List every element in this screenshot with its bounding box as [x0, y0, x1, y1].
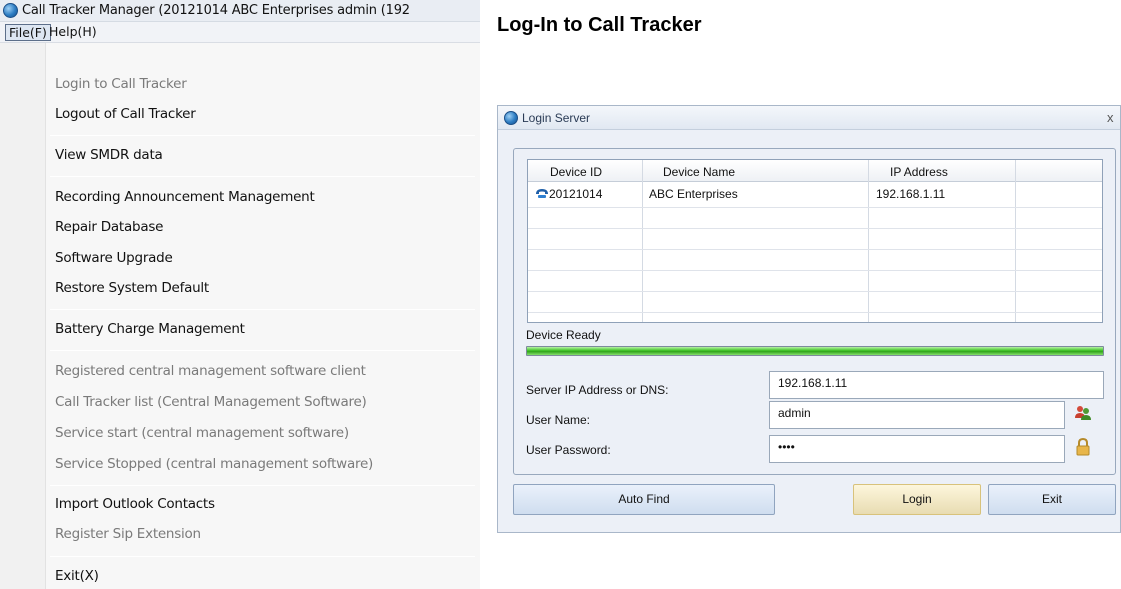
column-header-ip-address[interactable]: IP Address [890, 165, 948, 179]
dialog-titlebar: Login Server x [498, 106, 1120, 130]
password-input[interactable]: •••• [769, 435, 1065, 463]
menu-item-service-stopped: Service Stopped (central management soft… [55, 456, 374, 472]
users-icon[interactable] [1074, 404, 1092, 422]
menu-separator [50, 556, 475, 557]
server-address-input[interactable]: 192.168.1.11 [769, 371, 1104, 399]
menu-item-login: Login to Call Tracker [55, 76, 187, 92]
row-divider [528, 270, 1102, 271]
menu-item-software-upgrade[interactable]: Software Upgrade [55, 250, 173, 266]
login-panel: Device ID Device Name IP Address 2012101… [513, 148, 1116, 475]
cell-device-name: ABC Enterprises [649, 187, 738, 201]
cell-ip-address: 192.168.1.11 [876, 187, 946, 201]
close-icon[interactable]: x [1107, 110, 1114, 125]
cell-device-id: 20121014 [549, 187, 603, 201]
app-title: Call Tracker Manager (20121014 ABC Enter… [22, 3, 410, 18]
menubar: File(F) Help(H) [0, 22, 480, 43]
exit-button[interactable]: Exit [988, 484, 1116, 515]
auto-find-button[interactable]: Auto Find [513, 484, 775, 515]
login-button[interactable]: Login [853, 484, 981, 515]
lock-icon [1076, 438, 1090, 456]
menu-separator [50, 176, 475, 177]
column-header-device-id[interactable]: Device ID [550, 165, 602, 179]
menu-help[interactable]: Help(H) [46, 24, 100, 41]
column-header-device-name[interactable]: Device Name [663, 165, 735, 179]
app-titlebar: Call Tracker Manager (20121014 ABC Enter… [0, 0, 480, 22]
menu-item-call-tracker-list: Call Tracker list (Central Management So… [55, 394, 367, 410]
login-server-dialog: Login Server x Device ID Device Name IP … [497, 105, 1121, 533]
user-name-input[interactable]: admin [769, 401, 1065, 429]
menu-item-logout[interactable]: Logout of Call Tracker [55, 106, 196, 122]
status-text: Device Ready [526, 328, 601, 342]
menu-item-exit[interactable]: Exit(X) [55, 568, 99, 584]
row-divider [528, 249, 1102, 250]
menu-item-repair-database[interactable]: Repair Database [55, 219, 163, 235]
password-label: User Password: [526, 443, 611, 457]
progress-bar [526, 346, 1104, 356]
progress-fill [527, 347, 1103, 355]
app-window: Call Tracker Manager (20121014 ABC Enter… [0, 0, 480, 589]
menu-item-register-cms-client: Registered central management software c… [55, 363, 366, 379]
menu-item-view-smdr[interactable]: View SMDR data [55, 147, 163, 163]
phone-icon [536, 189, 548, 198]
column-divider [868, 160, 869, 322]
table-header: Device ID Device Name IP Address [528, 160, 1102, 182]
user-name-label: User Name: [526, 413, 591, 427]
menu-separator [50, 309, 475, 310]
menu-item-service-start: Service start (central management softwa… [55, 425, 349, 441]
menu-separator [50, 135, 475, 136]
menu-icon-gutter [0, 43, 46, 589]
page-heading: Log-In to Call Tracker [497, 14, 702, 36]
row-divider [528, 291, 1102, 292]
app-logo-icon [504, 111, 518, 125]
column-divider [642, 160, 643, 322]
menu-item-battery-charge[interactable]: Battery Charge Management [55, 321, 245, 337]
menu-item-import-outlook[interactable]: Import Outlook Contacts [55, 496, 215, 512]
file-menu-dropdown: Login to Call Tracker Logout of Call Tra… [0, 43, 480, 589]
menu-separator [50, 485, 475, 486]
device-table: Device ID Device Name IP Address 2012101… [527, 159, 1103, 323]
column-divider [1015, 160, 1016, 322]
row-divider [528, 312, 1102, 313]
menu-item-restore-default[interactable]: Restore System Default [55, 280, 209, 296]
menu-item-recording-announcement[interactable]: Recording Announcement Management [55, 189, 315, 205]
menu-separator [50, 350, 475, 351]
menu-item-register-sip: Register Sip Extension [55, 526, 201, 542]
row-divider [528, 207, 1102, 208]
server-label: Server IP Address or DNS: [526, 383, 669, 397]
menu-file[interactable]: File(F) [5, 24, 51, 41]
app-logo-icon [3, 3, 18, 18]
dialog-title: Login Server [522, 111, 591, 125]
row-divider [528, 228, 1102, 229]
